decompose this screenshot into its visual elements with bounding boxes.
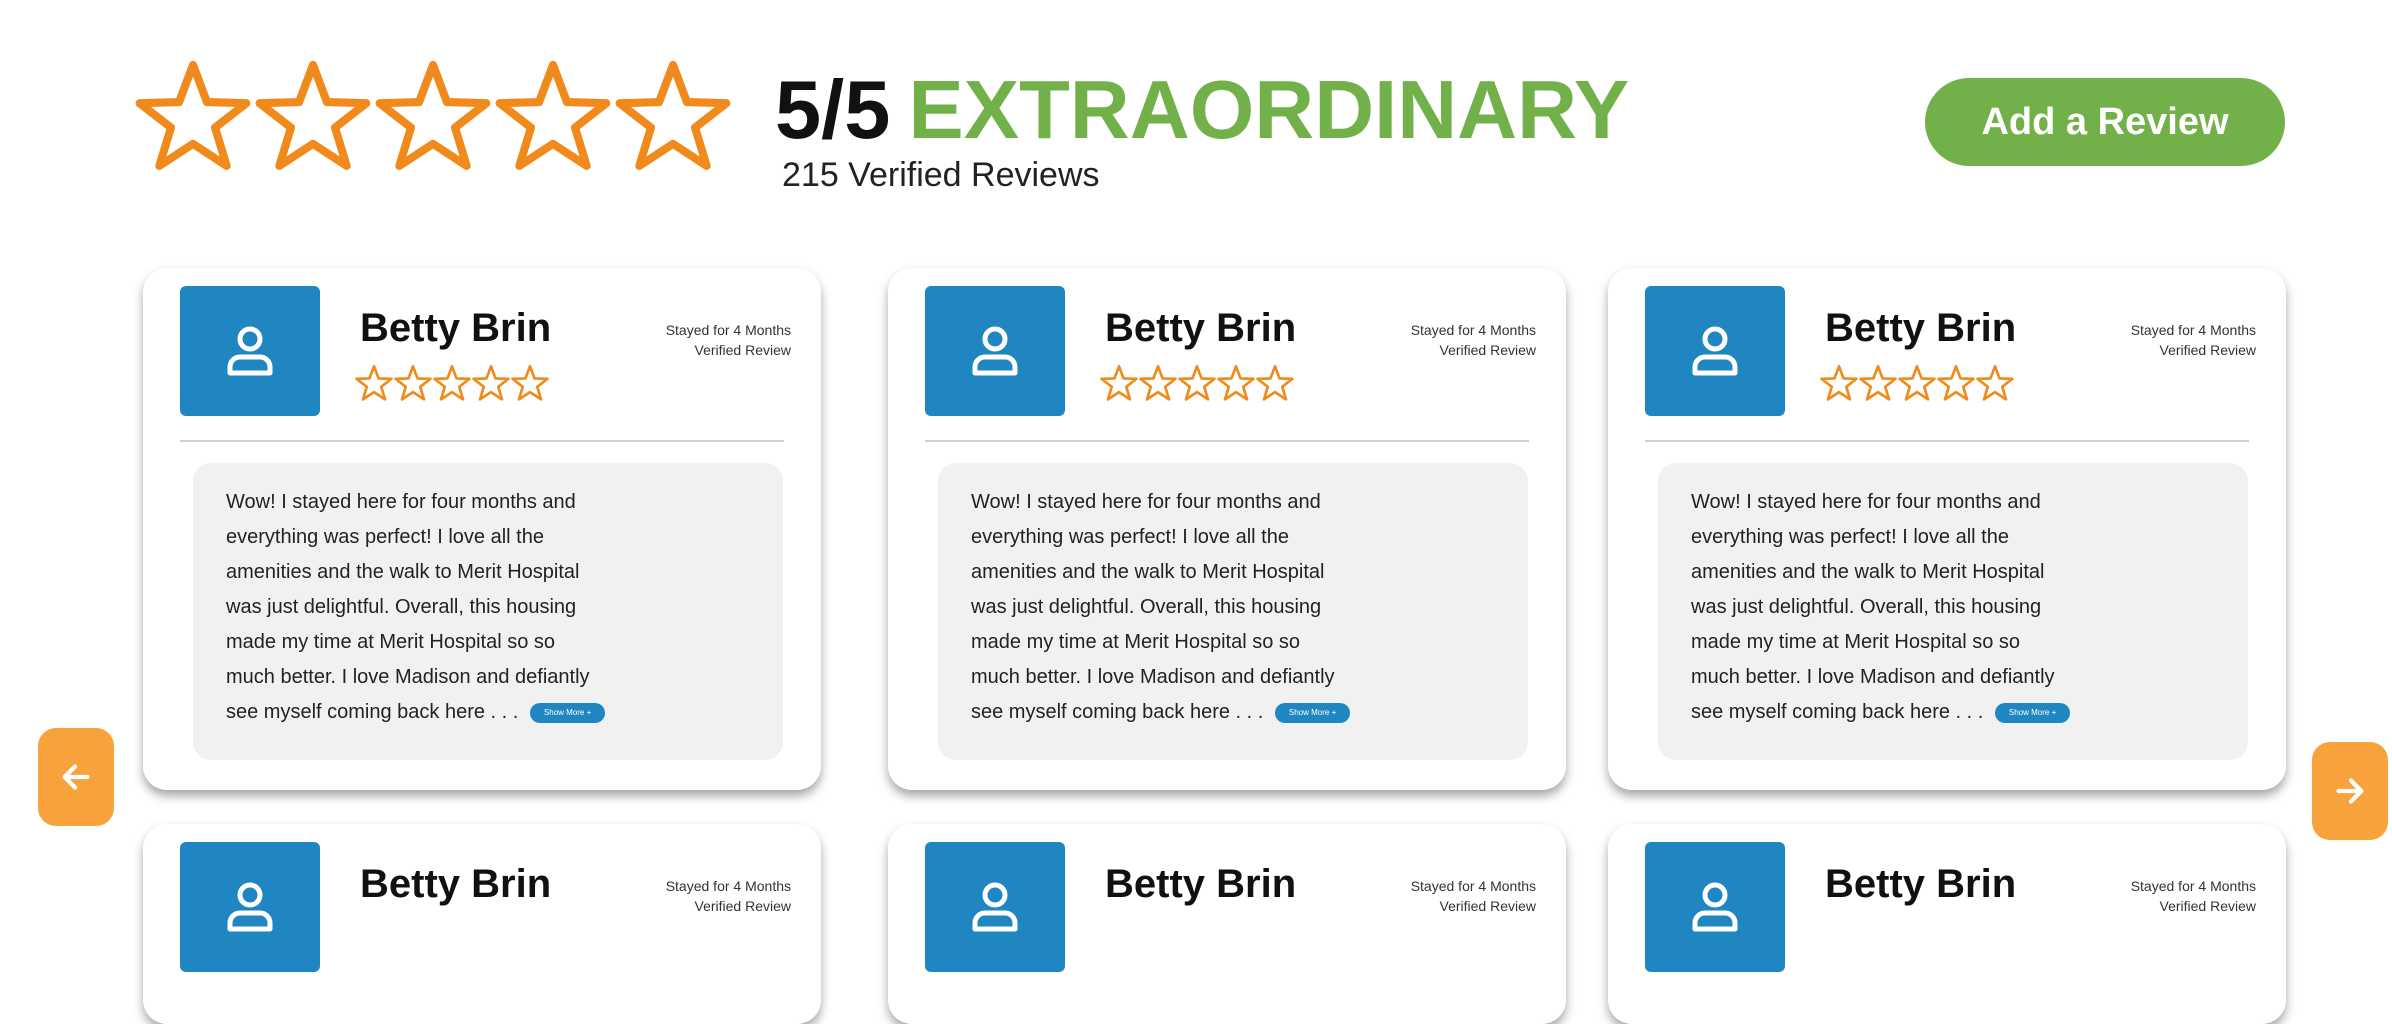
avatar	[180, 842, 320, 972]
stay-duration: Stayed for 4 Months	[2130, 878, 2256, 894]
star-outline-icon	[472, 364, 510, 402]
review-card: Betty Brin Stayed for 4 Months Verified …	[143, 824, 821, 1024]
avatar	[1645, 842, 1785, 972]
reviewer-name: Betty Brin	[1825, 306, 2017, 350]
overall-score: 5/5 EXTRAORDINARY	[775, 62, 1629, 158]
star-outline-icon	[1859, 364, 1897, 402]
reviewer-name: Betty Brin	[360, 306, 552, 350]
reviewer-name: Betty Brin	[360, 862, 552, 906]
review-text: Wow! I stayed here for four months and e…	[226, 491, 590, 723]
show-more-button[interactable]: Show More +	[1994, 702, 2071, 723]
arrow-left-icon	[62, 764, 90, 790]
verified-label: Verified Review	[1439, 342, 1537, 358]
next-button[interactable]	[2312, 742, 2388, 840]
user-icon	[1683, 319, 1747, 383]
review-card: Betty Brin Stayed for 4 Months Verified …	[1608, 824, 2286, 1024]
review-stars	[1100, 364, 1294, 402]
stay-duration: Stayed for 4 Months	[1410, 322, 1536, 338]
star-outline-icon	[1100, 364, 1138, 402]
review-card: Betty Brin Stayed for 4 Months Verified …	[143, 268, 821, 790]
star-outline-icon	[255, 58, 371, 174]
add-review-button[interactable]: Add a Review	[1925, 78, 2285, 166]
star-outline-icon	[375, 58, 491, 174]
star-outline-icon	[1256, 364, 1294, 402]
review-body: Wow! I stayed here for four months and e…	[193, 463, 783, 760]
review-meta: Stayed for 4 Months Verified Review	[2131, 876, 2256, 916]
star-outline-icon	[394, 364, 432, 402]
show-more-button[interactable]: Show More +	[1274, 702, 1351, 723]
star-outline-icon	[433, 364, 471, 402]
star-outline-icon	[511, 364, 549, 402]
score-value: 5/5	[775, 63, 891, 156]
review-card: Betty Brin Stayed for 4 Months Verified …	[1608, 268, 2286, 790]
review-body: Wow! I stayed here for four months and e…	[1658, 463, 2248, 760]
review-card: Betty Brin Stayed for 4 Months Verified …	[888, 824, 1566, 1024]
verified-label: Verified Review	[694, 898, 792, 914]
star-outline-icon	[1820, 364, 1858, 402]
review-stars	[1820, 364, 2014, 402]
score-label: EXTRAORDINARY	[908, 63, 1630, 156]
divider	[180, 440, 784, 442]
verified-label: Verified Review	[1439, 898, 1537, 914]
star-outline-icon	[1139, 364, 1177, 402]
avatar	[1645, 286, 1785, 416]
star-outline-icon	[135, 58, 251, 174]
verified-label: Verified Review	[2159, 898, 2257, 914]
review-meta: Stayed for 4 Months Verified Review	[1411, 876, 1536, 916]
avatar	[925, 286, 1065, 416]
overall-rating-stars	[135, 58, 731, 174]
star-outline-icon	[1178, 364, 1216, 402]
review-card: Betty Brin Stayed for 4 Months Verified …	[888, 268, 1566, 790]
review-stars	[355, 364, 549, 402]
review-meta: Stayed for 4 Months Verified Review	[666, 320, 791, 360]
reviewer-name: Betty Brin	[1105, 862, 1297, 906]
user-icon	[963, 875, 1027, 939]
reviewer-name: Betty Brin	[1105, 306, 1297, 350]
user-icon	[218, 875, 282, 939]
reviewer-name: Betty Brin	[1825, 862, 2017, 906]
star-outline-icon	[1976, 364, 2014, 402]
verified-label: Verified Review	[2159, 342, 2257, 358]
review-meta: Stayed for 4 Months Verified Review	[666, 876, 791, 916]
review-text: Wow! I stayed here for four months and e…	[1691, 491, 2055, 723]
stay-duration: Stayed for 4 Months	[2130, 322, 2256, 338]
stay-duration: Stayed for 4 Months	[665, 878, 791, 894]
star-outline-icon	[1937, 364, 1975, 402]
divider	[1645, 440, 2249, 442]
star-outline-icon	[495, 58, 611, 174]
review-meta: Stayed for 4 Months Verified Review	[1411, 320, 1536, 360]
star-outline-icon	[615, 58, 731, 174]
avatar	[925, 842, 1065, 972]
avatar	[180, 286, 320, 416]
review-meta: Stayed for 4 Months Verified Review	[2131, 320, 2256, 360]
review-text: Wow! I stayed here for four months and e…	[971, 491, 1335, 723]
star-outline-icon	[355, 364, 393, 402]
user-icon	[963, 319, 1027, 383]
star-outline-icon	[1217, 364, 1255, 402]
divider	[925, 440, 1529, 442]
previous-button[interactable]	[38, 728, 114, 826]
verified-label: Verified Review	[694, 342, 792, 358]
stay-duration: Stayed for 4 Months	[1410, 878, 1536, 894]
arrow-right-icon	[2336, 778, 2364, 804]
stay-duration: Stayed for 4 Months	[665, 322, 791, 338]
review-body: Wow! I stayed here for four months and e…	[938, 463, 1528, 760]
show-more-button[interactable]: Show More +	[529, 702, 606, 723]
user-icon	[1683, 875, 1747, 939]
star-outline-icon	[1898, 364, 1936, 402]
review-count: 215 Verified Reviews	[782, 156, 1100, 194]
user-icon	[218, 319, 282, 383]
